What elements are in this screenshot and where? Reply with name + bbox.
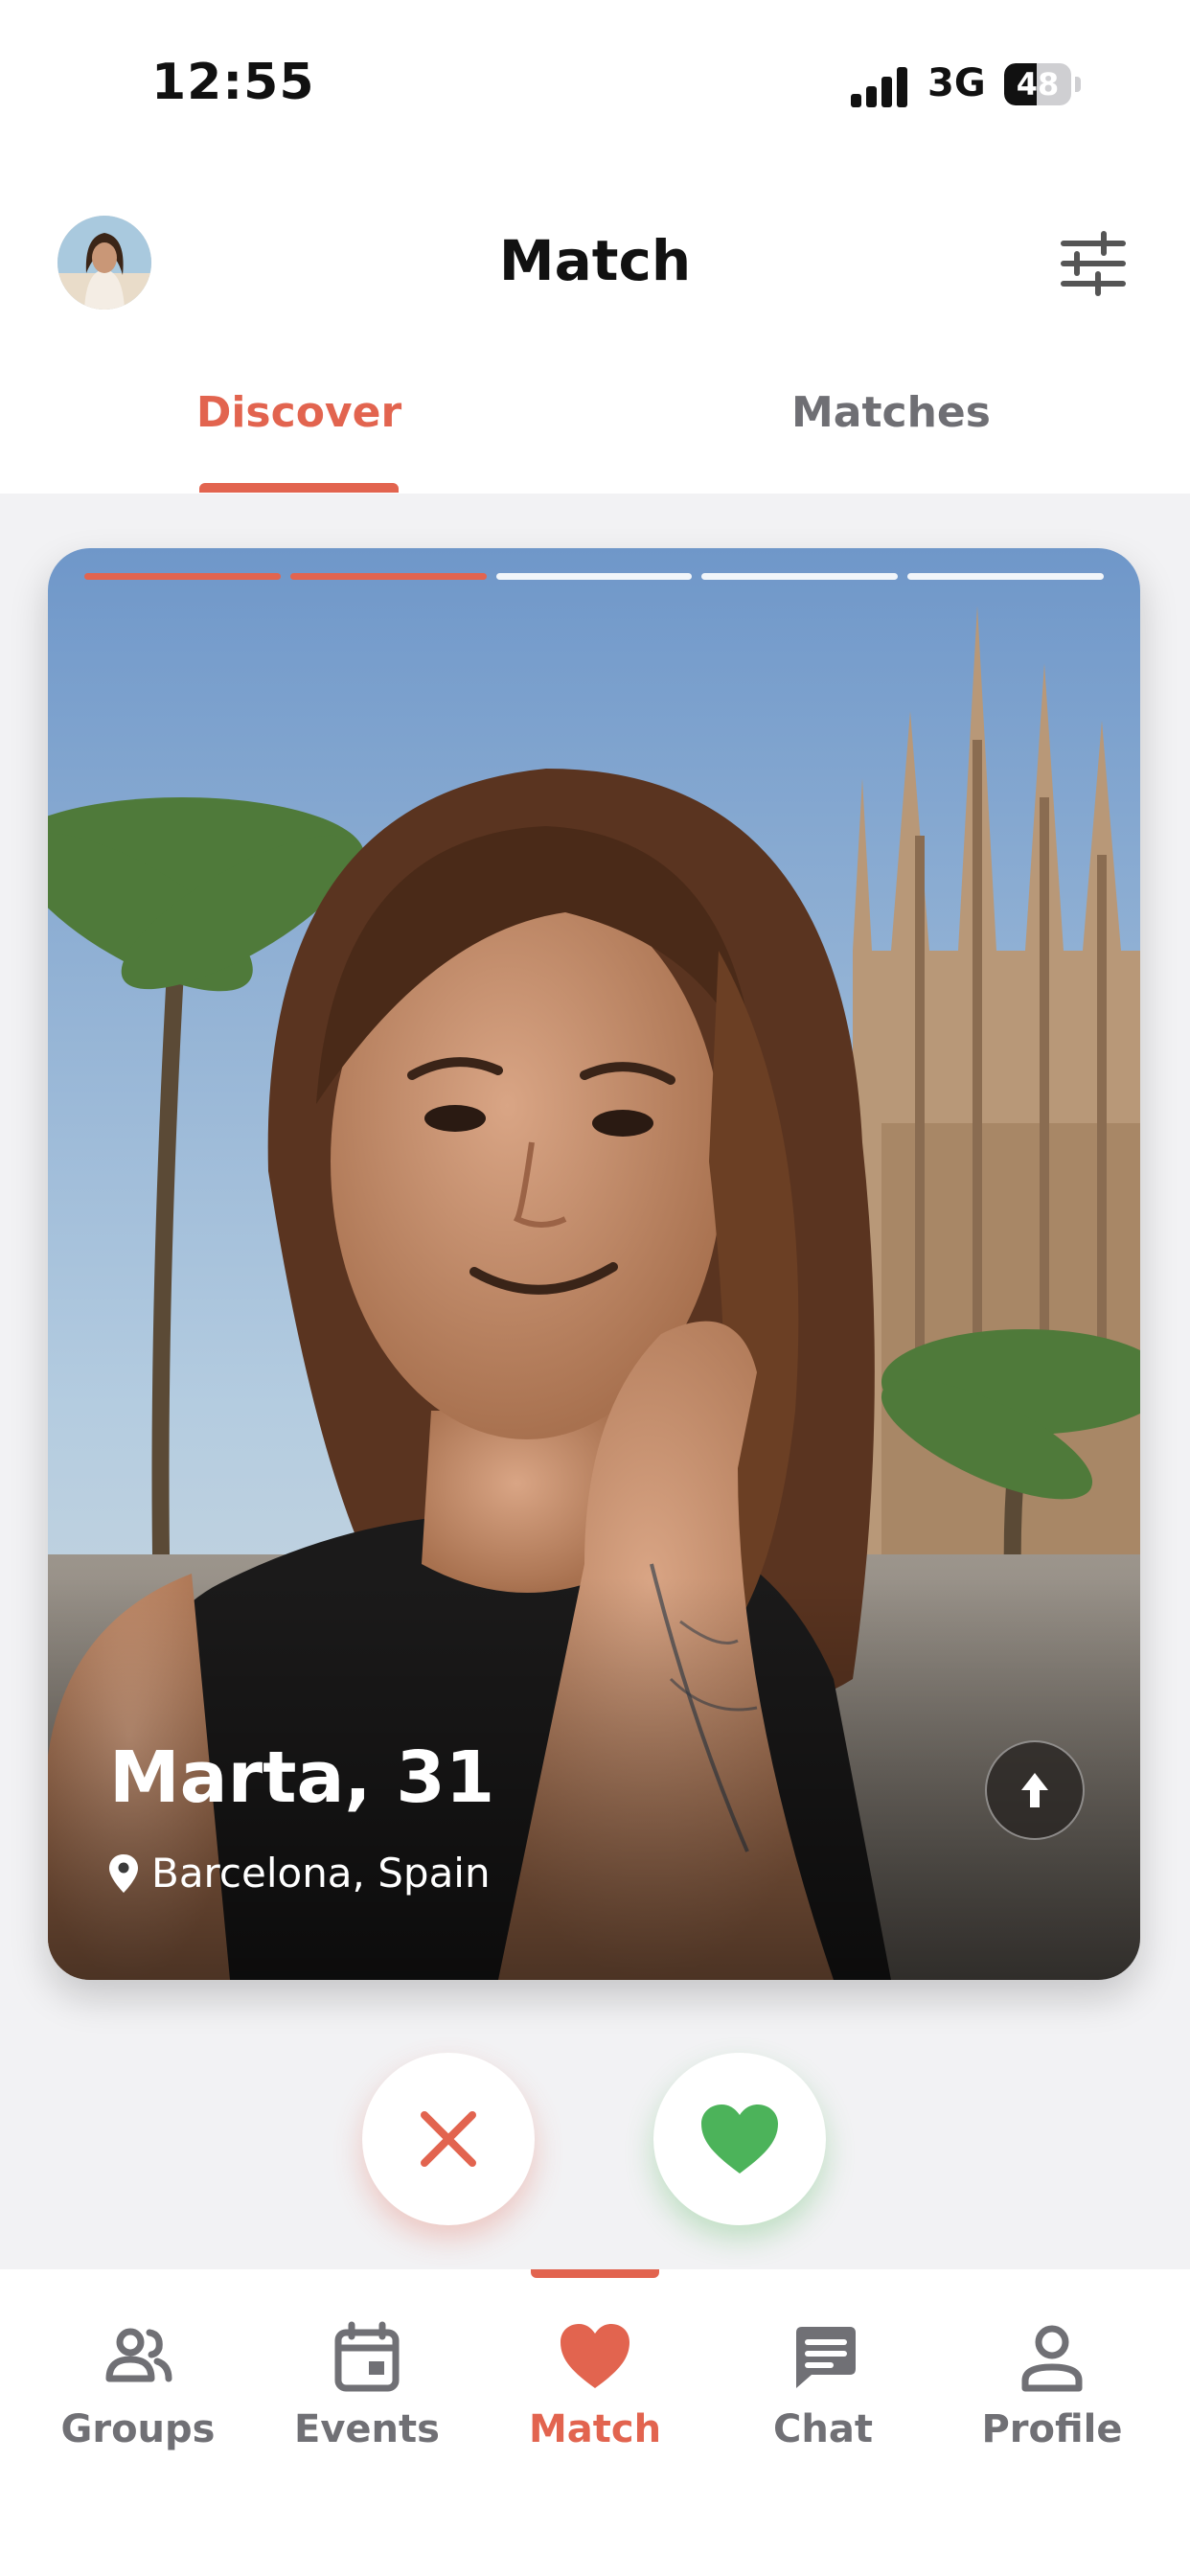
calendar-icon <box>334 2321 400 2392</box>
tabbar-active-indicator <box>531 2269 659 2278</box>
heart-icon <box>701 2104 778 2174</box>
profile-card[interactable]: Marta, 31 Barcelona, Spain <box>48 548 1140 1980</box>
photo-progress-segment <box>495 573 693 580</box>
photo-progress <box>84 573 1104 581</box>
photo-progress-segment <box>907 573 1104 580</box>
nav-profile[interactable]: Profile <box>937 2319 1167 2451</box>
photo-progress-segment <box>701 573 899 580</box>
battery-icon: 48 <box>1004 63 1071 105</box>
nav-match[interactable]: Match <box>480 2319 710 2451</box>
nav-label-chat: Chat <box>773 2407 873 2451</box>
heart-icon <box>561 2324 629 2388</box>
nav-groups[interactable]: Groups <box>23 2319 253 2451</box>
expand-profile-button[interactable] <box>985 1740 1085 1840</box>
network-type: 3G <box>927 61 986 105</box>
location-text: Barcelona, Spain <box>151 1850 491 1897</box>
nav-label-match: Match <box>528 2407 662 2451</box>
profile-location: Barcelona, Spain <box>109 1850 491 1897</box>
active-tab-indicator <box>199 483 399 493</box>
battery-tip <box>1075 77 1081 92</box>
tab-discover[interactable]: Discover <box>59 388 538 437</box>
nav-label-groups: Groups <box>60 2407 216 2451</box>
photo-progress-segment <box>84 573 281 580</box>
profile-name-age: Marta, 31 <box>109 1736 495 1819</box>
page-title: Match <box>498 228 692 293</box>
photo-progress-segment <box>289 573 487 580</box>
tab-matches[interactable]: Matches <box>652 388 1131 437</box>
nav-events[interactable]: Events <box>252 2319 482 2451</box>
sliders-icon[interactable] <box>1054 230 1133 297</box>
pass-button[interactable] <box>362 2053 535 2225</box>
like-button[interactable] <box>653 2053 826 2225</box>
nav-label-events: Events <box>294 2407 440 2451</box>
nav-chat[interactable]: Chat <box>708 2319 938 2451</box>
person-icon <box>1021 2325 1083 2392</box>
signal-icon <box>851 65 910 107</box>
status-time: 12:55 <box>151 54 315 111</box>
close-icon <box>421 2111 476 2167</box>
groups-icon <box>105 2328 172 2382</box>
nav-label-profile: Profile <box>981 2407 1123 2451</box>
arrow-up-icon <box>1021 1773 1048 1807</box>
chat-icon <box>796 2327 856 2388</box>
location-pin-icon <box>109 1853 138 1893</box>
battery-percent: 48 <box>1016 66 1060 103</box>
